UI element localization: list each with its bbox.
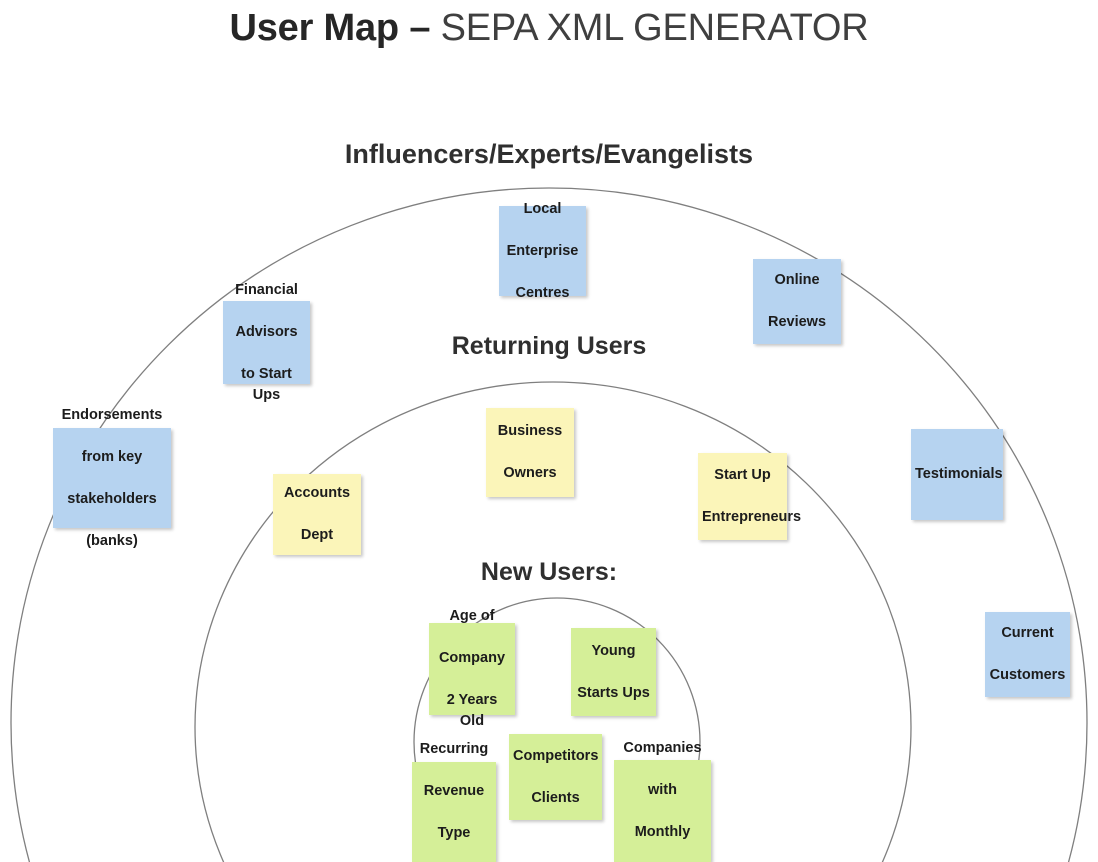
- note-line: 2 Years Old: [446, 692, 498, 729]
- note-recurring-revenue-type-companies[interactable]: Recurring Revenue Type Companies: [412, 741, 496, 862]
- note-young-starts-ups[interactable]: Young Starts Ups: [571, 628, 656, 716]
- note-line: Competitors: [513, 747, 599, 764]
- note-line: Customers: [989, 667, 1066, 683]
- note-line: from key: [81, 448, 143, 465]
- note-companies-with-monthly-signed-up[interactable]: Companies with Monthly Signed Up: [614, 740, 711, 862]
- note-online-reviews[interactable]: Online Reviews: [753, 259, 841, 344]
- note-line: Young: [591, 642, 636, 659]
- note-line: Reviews: [767, 314, 827, 330]
- note-line: Centres: [515, 284, 570, 301]
- note-line: Monthly: [634, 823, 691, 840]
- note-line: Advisors: [235, 323, 298, 340]
- note-age-of-company-2-years-old[interactable]: Age of Company 2 Years Old: [429, 608, 515, 729]
- note-business-owners[interactable]: Business Owners: [486, 408, 574, 497]
- note-line: Starts Ups: [577, 684, 650, 701]
- note-line: to Start Ups: [241, 365, 292, 403]
- note-line: Local: [523, 200, 562, 217]
- note-line: Companies: [623, 739, 702, 756]
- ring-label-new-users: New Users:: [480, 558, 618, 586]
- note-local-enterprise-centres[interactable]: Local Enterprise Centres: [499, 201, 586, 301]
- note-line: stakeholders: [67, 490, 157, 507]
- note-line: Type: [437, 824, 471, 841]
- note-line: (banks): [86, 532, 138, 549]
- note-line: Company: [438, 650, 506, 666]
- note-endorsements-from-key-stakeholders[interactable]: Endorsements from key stakeholders (bank…: [53, 407, 171, 549]
- note-testimonials[interactable]: Testimonials: [911, 429, 1003, 520]
- note-line: Accounts: [283, 485, 351, 501]
- user-map-diagram: User Map – SEPA XML GENERATOR Influencer…: [0, 0, 1098, 862]
- note-line: Recurring: [419, 740, 489, 757]
- note-financial-advisors-to-start-ups[interactable]: Financial Advisors to Start Ups: [223, 282, 310, 403]
- ring-label-returning-users: Returning Users: [451, 332, 647, 360]
- note-line: Testimonials: [915, 466, 1003, 482]
- note-line: Business: [497, 423, 563, 439]
- note-line: Current: [1001, 625, 1054, 641]
- note-competitors-clients[interactable]: Competitors Clients: [509, 734, 602, 820]
- note-start-up-entrepreneurs[interactable]: Start Up Entrepreneurs: [698, 453, 802, 540]
- note-current-customers[interactable]: Current Customers: [985, 612, 1070, 697]
- note-line: Financial: [235, 281, 298, 298]
- note-line: Start Up: [714, 467, 771, 483]
- note-line: Owners: [503, 465, 557, 481]
- note-accounts-dept[interactable]: Accounts Dept: [273, 474, 361, 555]
- ring-label-influencers: Influencers/Experts/Evangelists: [344, 139, 754, 169]
- note-line: Endorsements: [61, 406, 163, 423]
- note-line: Dept: [300, 527, 334, 543]
- note-line: Enterprise: [506, 242, 579, 259]
- note-line: Clients: [531, 789, 580, 806]
- note-line: Age of: [449, 608, 495, 624]
- note-line: with: [648, 781, 677, 798]
- note-line: Revenue: [423, 782, 485, 799]
- note-line: Online: [774, 272, 820, 288]
- note-line: Entrepreneurs: [702, 509, 802, 525]
